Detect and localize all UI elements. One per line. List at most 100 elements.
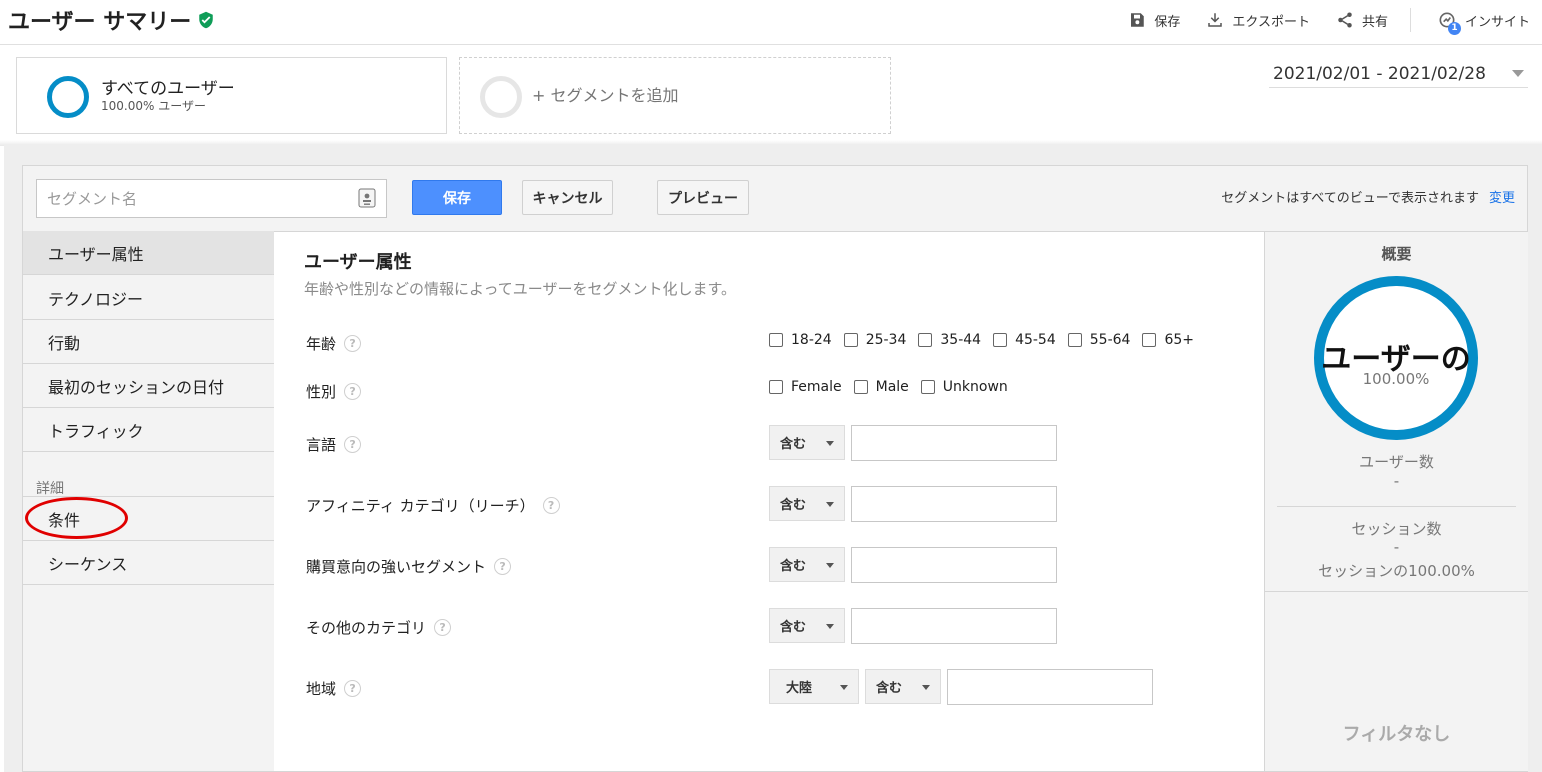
language-value-input[interactable] (851, 425, 1057, 461)
checkbox-box (920, 380, 935, 394)
in-market-label: 購買意向の強いセグメント ? (306, 556, 512, 577)
insights-button[interactable]: 1 インサイト (1437, 10, 1530, 35)
checkbox-label: 35-44 (940, 332, 982, 348)
preview-button[interactable]: プレビュー (657, 180, 749, 215)
summary-divider-bottom (1265, 591, 1528, 592)
caret-down-icon (826, 502, 834, 507)
dropdown-value: 含む (780, 559, 807, 574)
caret-down-icon (826, 441, 834, 446)
help-icon[interactable]: ? (344, 436, 362, 453)
nav-item-label: ユーザー属性 (48, 244, 144, 264)
other-category-value-input[interactable] (851, 608, 1057, 644)
save-segment-button[interactable]: 保存 (412, 180, 502, 215)
page-title: ユーザー サマリー (8, 4, 215, 36)
contact-card-icon[interactable] (358, 188, 376, 208)
language-label-text: 言語 (306, 436, 337, 454)
in-market-match-dropdown[interactable]: 含む (769, 547, 845, 582)
visibility-text: セグメントはすべてのビューで表示されます (1221, 191, 1479, 206)
checkbox-age-25-34[interactable]: 25-34 (843, 332, 907, 348)
checkbox-box (769, 333, 783, 347)
age-label: 年齢 ? (306, 333, 362, 354)
report-toolbar: 保存 エクスポート 共有 1 インサイト (1102, 8, 1530, 35)
header-divider (0, 44, 1542, 45)
checkbox-age-35-44[interactable]: 35-44 (918, 332, 981, 348)
nav-item-demographics[interactable]: ユーザー属性 (23, 231, 284, 275)
affinity-label: アフィニティ カテゴリ（リーチ） ? (306, 495, 560, 516)
sessions-percentage: セッションの100.00% (1318, 562, 1475, 580)
nav-section-advanced: 詳細 (36, 481, 64, 497)
checkbox-age-45-54[interactable]: 45-54 (993, 332, 1056, 348)
nav-item-traffic[interactable]: トラフィック (23, 408, 274, 452)
annotation-circle (25, 497, 128, 539)
cancel-button[interactable]: キャンセル (522, 180, 613, 215)
checkbox-box (853, 380, 868, 394)
checkbox-gender-unknown[interactable]: Unknown (920, 379, 1008, 395)
change-visibility-link[interactable]: 変更 (1489, 191, 1515, 206)
insights-icon-wrap: 1 (1437, 10, 1461, 35)
page-title-text: ユーザー サマリー (8, 10, 192, 35)
help-icon[interactable]: ? (344, 680, 362, 697)
in-market-value-input[interactable] (851, 547, 1057, 583)
save-report-button[interactable]: 保存 (1128, 11, 1180, 30)
help-icon[interactable]: ? (494, 558, 512, 575)
segment-name: すべてのユーザー (101, 79, 235, 99)
dropdown-value: 含む (876, 681, 903, 696)
caret-down-icon (840, 685, 848, 690)
checkbox-label: Unknown (942, 379, 1008, 395)
help-icon[interactable]: ? (542, 497, 560, 514)
other-category-match-dropdown[interactable]: 含む (769, 608, 845, 643)
language-match-dropdown[interactable]: 含む (769, 425, 845, 460)
age-checkbox-group: 18-24 25-34 35-44 45-54 55-64 65+ (769, 332, 1206, 348)
help-icon[interactable]: ? (434, 619, 452, 636)
segment-name-input[interactable] (36, 179, 387, 218)
segment-ring-icon (47, 76, 89, 118)
help-icon[interactable]: ? (344, 383, 362, 400)
insights-badge: 1 (1447, 22, 1461, 35)
checkbox-label: Male (875, 379, 909, 395)
share-button[interactable]: 共有 (1336, 11, 1388, 30)
date-range-picker[interactable]: 2021/02/01 - 2021/02/28 (1269, 60, 1528, 88)
nav-item-label: トラフィック (48, 421, 144, 441)
summary-title: 概要 (1381, 245, 1412, 263)
location-label-text: 地域 (306, 680, 337, 698)
gender-label: 性別 ? (306, 381, 362, 402)
checkbox-age-18-24[interactable]: 18-24 (769, 332, 832, 348)
toolbar-divider (1409, 8, 1411, 32)
location-match-dropdown[interactable]: 含む (865, 669, 941, 704)
caret-down-icon (826, 563, 834, 568)
checkbox-label: 25-34 (865, 332, 907, 348)
checkbox-gender-female[interactable]: Female (769, 379, 842, 395)
summary-divider (1277, 506, 1516, 507)
users-value: - (1393, 472, 1400, 490)
share-icon (1338, 12, 1352, 28)
nav-item-label: テクノロジー (48, 289, 144, 309)
location-label: 地域 ? (306, 678, 362, 699)
affinity-match-dropdown[interactable]: 含む (769, 486, 845, 521)
affinity-value-input[interactable] (851, 486, 1057, 522)
checkbox-label: 45-54 (1015, 332, 1056, 348)
nav-item-behavior[interactable]: 行動 (23, 320, 274, 364)
segment-percentage: 100.00% ユーザー (101, 99, 206, 113)
nav-item-first-session-date[interactable]: 最初のセッションの日付 (23, 364, 274, 408)
other-category-label: その他のカテゴリ ? (306, 617, 452, 638)
export-button[interactable]: エクスポート (1206, 11, 1310, 30)
location-scope-dropdown[interactable]: 大陸 (769, 669, 859, 704)
help-icon[interactable]: ? (344, 335, 362, 352)
nav-item-technology[interactable]: テクノロジー (23, 276, 274, 320)
caret-down-icon (922, 685, 930, 690)
save-report-label: 保存 (1154, 14, 1181, 30)
checkbox-age-55-64[interactable]: 55-64 (1067, 332, 1131, 348)
add-segment-card[interactable]: + セグメントを追加 (459, 57, 891, 134)
dropdown-value: 含む (780, 620, 807, 635)
other-category-label-text: その他のカテゴリ (306, 619, 427, 637)
users-label: ユーザー数 (1359, 453, 1434, 471)
checkbox-label: 55-64 (1089, 332, 1131, 348)
no-filter-label: フィルタなし (1342, 724, 1451, 745)
add-segment-label: + セグメントを追加 (532, 86, 679, 105)
location-value-input[interactable] (947, 669, 1153, 705)
checkbox-gender-male[interactable]: Male (853, 379, 909, 395)
nav-item-sequences[interactable]: シーケンス (23, 541, 274, 585)
checkbox-age-65-plus[interactable]: 65+ (1142, 332, 1194, 348)
dropdown-value: 含む (780, 437, 807, 452)
segment-card-all-users[interactable]: すべてのユーザー 100.00% ユーザー (16, 57, 447, 134)
